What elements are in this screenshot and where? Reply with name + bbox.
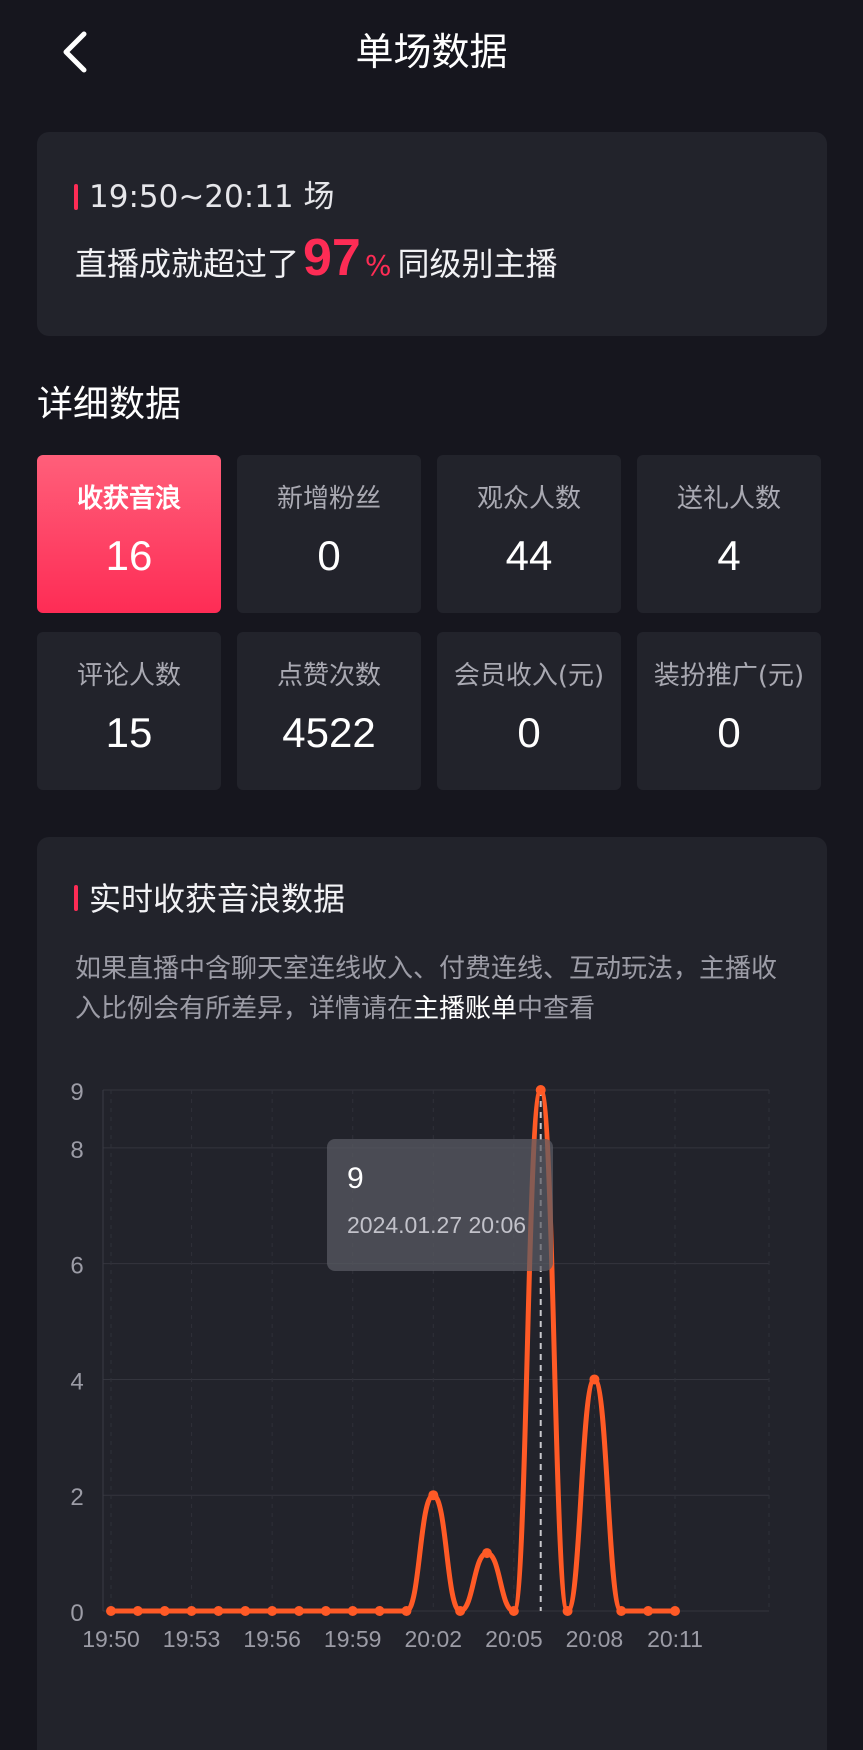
- achievement-text: 直播成就超过了 97 % 同级别主播: [75, 228, 557, 298]
- data-point: [132, 1606, 143, 1616]
- stat-value: 0: [317, 532, 341, 579]
- page-title: 单场数据: [355, 30, 508, 74]
- achievement-prefix: 直播成就超过了: [75, 245, 300, 283]
- y-tick-label: 9: [70, 1079, 83, 1106]
- achievement-percent: 97: [303, 229, 361, 287]
- data-point: [562, 1606, 573, 1616]
- x-tick-label: 20:08: [566, 1626, 624, 1652]
- data-point: [240, 1606, 251, 1616]
- stat-tile-dressup-promotion[interactable]: 装扮推广(元) 0: [637, 632, 821, 790]
- stat-tile-gifters[interactable]: 送礼人数 4: [637, 455, 821, 613]
- stats-grid: 收获音浪 16 新增粉丝 0 观众人数 44 送礼人数 4 评论人数 15 点赞…: [37, 455, 823, 792]
- stat-label: 送礼人数: [676, 484, 781, 514]
- stat-label: 会员收入(元): [453, 661, 605, 691]
- achievement-suffix: 同级别主播: [397, 245, 558, 283]
- stat-label: 评论人数: [76, 661, 181, 691]
- stat-value: 44: [505, 532, 553, 579]
- stat-tile-likes[interactable]: 点赞次数 4522: [237, 632, 421, 790]
- data-point: [401, 1606, 412, 1616]
- stat-value: 0: [717, 709, 741, 756]
- data-point: [535, 1085, 546, 1095]
- y-tick-label: 6: [70, 1253, 83, 1280]
- stat-value: 0: [517, 709, 541, 756]
- x-tick-label: 20:11: [647, 1626, 703, 1652]
- tooltip-value: 9: [347, 1162, 364, 1195]
- data-point: [106, 1606, 116, 1616]
- details-section-title: 详细数据: [37, 384, 182, 425]
- accent-bar: [74, 184, 78, 210]
- stat-label: 收获音浪: [76, 484, 181, 514]
- sound-wave-line-chart[interactable]: 0 2 4 6 8 9 19:50 19:53 19:56 19:59 20:02 20:05 20:0…: [37, 837, 827, 1750]
- stat-tile-viewers[interactable]: 观众人数 44: [437, 455, 621, 613]
- stat-label: 点赞次数: [276, 661, 381, 691]
- tooltip-time: 2024.01.27 20:06: [347, 1212, 527, 1238]
- data-point: [267, 1606, 278, 1616]
- data-point: [508, 1606, 519, 1616]
- data-point: [374, 1606, 385, 1616]
- x-tick-label: 19:56: [243, 1626, 301, 1652]
- x-tick-label: 20:05: [485, 1626, 543, 1652]
- x-tick-label: 19:50: [82, 1626, 140, 1652]
- data-point: [643, 1606, 654, 1616]
- x-tick-label: 19:53: [163, 1626, 221, 1652]
- y-tick-label: 8: [70, 1137, 83, 1164]
- achievement-percent-sign: %: [364, 249, 392, 282]
- stat-label: 装扮推广(元): [653, 661, 805, 691]
- data-point: [589, 1374, 600, 1385]
- data-point: [455, 1606, 466, 1616]
- x-tick-label: 20:02: [405, 1626, 463, 1652]
- stat-value: 4: [717, 532, 741, 579]
- realtime-chart-card: 实时收获音浪数据 如果直播中含聊天室连线收入、付费连线、互动玩法，主播收入比例会…: [37, 837, 827, 1750]
- data-point: [320, 1606, 331, 1616]
- data-point: [347, 1606, 358, 1616]
- stat-value: 16: [105, 532, 153, 579]
- y-tick-label: 4: [70, 1368, 83, 1395]
- stat-value: 15: [105, 709, 153, 756]
- chart-tooltip: 9 2024.01.27 20:06: [327, 1139, 553, 1271]
- y-tick-label: 0: [70, 1600, 83, 1627]
- session-time: 19:50~20:11 场: [89, 179, 335, 215]
- x-tick-label: 19:59: [324, 1626, 382, 1652]
- data-point: [428, 1490, 439, 1501]
- data-point: [616, 1606, 627, 1616]
- stat-tile-new-fans[interactable]: 新增粉丝 0: [237, 455, 421, 613]
- stat-label: 观众人数: [476, 484, 581, 514]
- data-point: [482, 1548, 492, 1559]
- stat-tile-sound-waves[interactable]: 收获音浪 16: [37, 455, 221, 613]
- y-tick-label: 2: [70, 1484, 83, 1511]
- summary-card: 19:50~20:11 场 直播成就超过了 97 % 同级别主播: [37, 132, 827, 336]
- stat-label: 新增粉丝: [276, 484, 381, 514]
- stat-value: 4522: [282, 709, 376, 756]
- stat-tile-commenters[interactable]: 评论人数 15: [37, 632, 221, 790]
- header: 单场数据: [0, 0, 863, 104]
- data-point: [670, 1606, 680, 1616]
- data-point: [213, 1606, 224, 1616]
- data-point: [186, 1606, 197, 1616]
- data-point: [294, 1606, 304, 1616]
- data-point: [159, 1606, 170, 1616]
- stat-tile-member-income[interactable]: 会员收入(元) 0: [437, 632, 621, 790]
